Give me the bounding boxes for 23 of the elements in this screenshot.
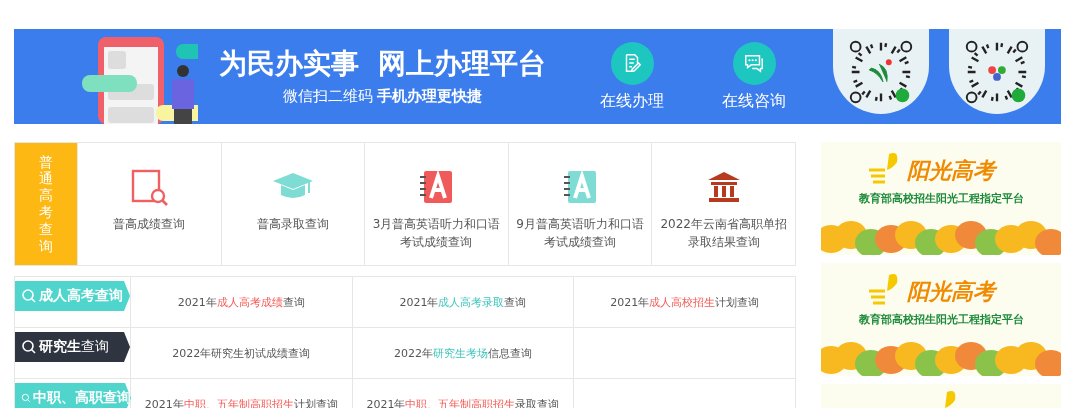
query-link[interactable]: 9月普高英语听力和口语考试成绩查询	[507, 143, 652, 265]
category-tag[interactable]: 研究生查询	[15, 332, 130, 362]
query-link[interactable]: 普高录取查询	[220, 143, 365, 265]
query-link[interactable]: 2021年成人高考录取查询	[399, 294, 527, 310]
banner-title: 为民办实事 网上办理平台	[218, 47, 547, 81]
sun-rays-icon	[943, 390, 957, 408]
chat-icon	[743, 52, 765, 74]
document-search-icon	[129, 167, 170, 207]
ad-banner[interactable]: 阳光高考 教育部高校招生阳光工程指定平台	[821, 142, 1061, 255]
banner-subtitle: 微信扫二维码 手机办理更快捷	[282, 86, 483, 106]
search-icon	[21, 288, 37, 304]
service-link[interactable]: 在线办理	[587, 41, 677, 112]
query-link[interactable]: 3月普高英语听力和口语考试成绩查询	[364, 143, 508, 265]
section-label: 普通高考查询	[15, 143, 77, 265]
query-link[interactable]: 2022年研究生考场信息查询	[394, 345, 532, 361]
query-link[interactable]: 2022年云南省高职单招录取结果查询	[651, 143, 795, 265]
search-icon	[21, 339, 37, 355]
query-link[interactable]: 2022年研究生初试成绩查询	[172, 345, 311, 361]
query-link[interactable]: 2021年成人高校招生计划查询	[610, 294, 760, 310]
query-link[interactable]: 普高成绩查询	[77, 143, 221, 265]
query-link[interactable]: 2021年成人高考成绩查询	[177, 294, 305, 310]
service-link[interactable]: 在线咨询	[709, 41, 799, 112]
ad-banner[interactable]: 阳光高考 教育部高校招生阳光工程指定平台	[821, 263, 1061, 376]
